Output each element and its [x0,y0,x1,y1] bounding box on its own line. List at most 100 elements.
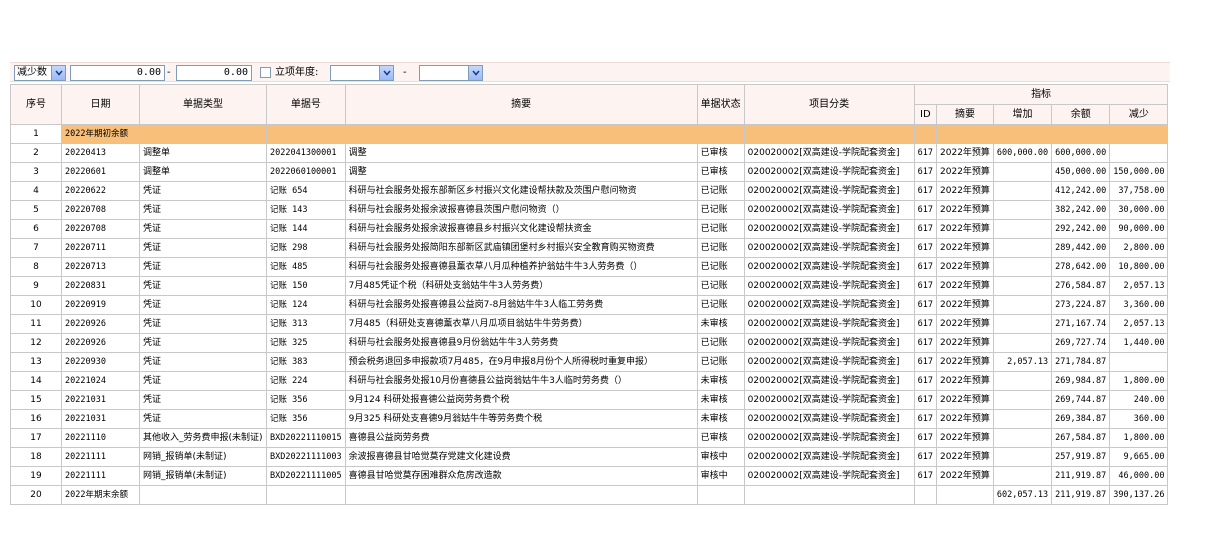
table-row[interactable]: 9 20220831 凭证 记账 150 7月485凭证个税（科研处支翁姑牛牛3人劳务费… [10,276,1169,296]
cell-summary: 科研与社会服务处报东部新区乡村振兴文化建设帮扶款及茨围户慰问物资 [344,181,698,201]
header-ind-balance[interactable]: 余额 [1051,104,1111,125]
cell-doc-no: BXD20221111005 [266,466,346,486]
cell-ind-summary [936,485,994,505]
table-row[interactable]: 15 20221031 凭证 记账 356 9月124 科研处报喜德公益岗劳务费个税 未审… [10,390,1169,410]
cell-date: 20221024 [61,371,140,391]
cell-ind-balance: 412,242.00 [1051,181,1111,201]
field-select[interactable]: 减少数 [14,65,66,81]
cell-doc-no: 记账 654 [266,181,346,201]
cell-ind-increase: 600,000.00 [992,143,1053,163]
cell-ind-decrease: 37,758.00 [1109,181,1169,201]
cell-ind-id: 617 [913,143,938,163]
cell-ind-increase [992,371,1053,391]
table-row[interactable]: 12 20220926 凭证 记账 325 科研与社会服务处报喜德县9月份翁姑牛牛3人劳… [10,333,1169,353]
table-row[interactable]: 7 20220711 凭证 记账 298 科研与社会服务处报简阳东部新区武庙镇团堡村乡村… [10,238,1169,258]
cell-seq: 10 [10,295,62,315]
table-row[interactable]: 1 2022年期初余额 [10,124,1169,144]
cell-seq: 1 [10,124,62,144]
max-value-input[interactable]: 0.00 [176,65,252,81]
table-row[interactable]: 10 20220919 凭证 记账 124 科研与社会服务处报喜德县公益岗7-8月翁姑牛… [10,295,1169,315]
cell-doc-type: 凭证 [139,219,267,239]
header-ind-summary[interactable]: 摘要 [936,104,994,125]
cell-ind-summary: 2022年预算 [936,238,994,258]
cell-summary: 科研与社会服务处报喜德县9月份翁姑牛牛3人劳务费 [344,333,698,353]
year-from-select[interactable] [330,65,394,81]
header-ind-id[interactable]: ID [913,104,938,125]
cell-doc-no [266,124,346,144]
table-row[interactable]: 4 20220622 凭证 记账 654 科研与社会服务处报东部新区乡村振兴文化建设帮扶… [10,181,1169,201]
cell-seq: 18 [10,447,62,467]
cell-seq: 9 [10,276,62,296]
cell-seq: 3 [10,162,62,182]
table-row[interactable]: 3 20220601 调整单 2022060100001 调整 已审核 020020002[… [10,162,1169,182]
cell-ind-increase [992,295,1053,315]
cell-ind-summary: 2022年预算 [936,143,994,163]
cell-ind-summary: 2022年预算 [936,428,994,448]
cell-ind-increase [992,200,1053,220]
cell-project [743,485,915,505]
min-value-input[interactable]: 0.00 [70,65,165,81]
chevron-down-icon[interactable] [379,66,393,80]
header-ind-increase[interactable]: 增加 [992,104,1053,125]
cell-project: 020020002[双高建设-学院配套资金] [743,371,915,391]
project-year-checkbox[interactable] [260,67,271,78]
cell-status [696,485,745,505]
year-to-select[interactable] [419,65,483,81]
cell-doc-type [139,485,267,505]
cell-project: 020020002[双高建设-学院配套资金] [743,181,915,201]
cell-doc-no: 记账 325 [266,333,346,353]
cell-date: 20220831 [61,276,140,296]
table-row[interactable]: 2 20220413 调整单 2022041300001 调整 已审核 020020002[… [10,143,1169,163]
table-row[interactable]: 17 20221110 其他收入_劳务费申报(未制证) BXD20221110015 喜… [10,428,1169,448]
table-row[interactable]: 6 20220708 凭证 记账 144 科研与社会服务处报余波报喜德县乡村振兴文化建设… [10,219,1169,239]
chevron-down-icon[interactable] [468,66,482,80]
cell-status: 已记账 [696,333,745,353]
header-doc-no[interactable]: 单据号 [266,84,346,125]
table-row[interactable]: 19 20221111 网销_报销单(未制证) BXD20221111005 喜德县甘哈… [10,466,1169,486]
cell-doc-type: 凭证 [139,333,267,353]
table-row[interactable]: 8 20220713 凭证 记账 485 科研与社会服务处报喜德县薰衣草八月瓜种植养护翁… [10,257,1169,277]
cell-doc-no: 记账 356 [266,409,346,429]
cell-doc-type: 网销_报销单(未制证) [139,466,267,486]
cell-ind-summary: 2022年预算 [936,295,994,315]
cell-doc-type: 凭证 [139,238,267,258]
cell-date: 20221031 [61,409,140,429]
table-row[interactable]: 20 2022年期末余额 602,057.13 211,919.87 390,137.2… [10,485,1169,505]
table-row[interactable]: 5 20220708 凭证 记账 143 科研与社会服务处报余波报喜德县茨围户慰问物资（… [10,200,1169,220]
header-summary[interactable]: 摘要 [344,84,698,125]
cell-ind-balance: 267,584.87 [1051,428,1111,448]
header-doc-type[interactable]: 单据类型 [139,84,267,125]
cell-ind-increase [992,333,1053,353]
cell-ind-summary: 2022年预算 [936,390,994,410]
table-row[interactable]: 14 20221024 凭证 记账 224 科研与社会服务处报10月份喜德县公益岗翁姑牛… [10,371,1169,391]
cell-status: 已记账 [696,238,745,258]
cell-project: 020020002[双高建设-学院配套资金] [743,200,915,220]
header-seq[interactable]: 序号 [10,84,62,125]
header-ind-decrease[interactable]: 减少 [1109,104,1169,125]
table-row[interactable]: 13 20220930 凭证 记账 383 预会税务退回多申报款项7月485，在9月申报… [10,352,1169,372]
cell-summary: 7月485凭证个税（科研处支翁姑牛牛3人劳务费） [344,276,698,296]
cell-summary: 科研与社会服务处报喜德县薰衣草八月瓜种植养护翁姑牛牛3人劳务费（） [344,257,698,277]
cell-ind-increase [992,276,1053,296]
cell-ind-decrease [1109,352,1169,372]
cell-date: 20220919 [61,295,140,315]
cell-project: 020020002[双高建设-学院配套资金] [743,257,915,277]
header-date[interactable]: 日期 [61,84,140,125]
header-project[interactable]: 项目分类 [743,84,915,125]
cell-ind-balance: 269,727.74 [1051,333,1111,353]
chevron-down-icon[interactable] [51,66,65,80]
cell-ind-decrease: 360.00 [1109,409,1169,429]
table-row[interactable]: 18 20221111 网销_报销单(未制证) BXD20221111003 余波报喜德… [10,447,1169,467]
cell-status: 已记账 [696,295,745,315]
cell-status: 已记账 [696,352,745,372]
cell-date: 2022年期初余额 [61,124,140,144]
table-row[interactable]: 11 20220926 凭证 记账 313 7月485（科研处支喜德薰衣草八月瓜项目翁姑… [10,314,1169,334]
cell-status: 已记账 [696,219,745,239]
cell-summary: 科研与社会服务处报余波报喜德县乡村振兴文化建设帮扶资金 [344,219,698,239]
cell-summary [344,485,698,505]
cell-ind-increase: 602,057.13 [992,485,1053,505]
cell-ind-increase [992,428,1053,448]
cell-ind-balance: 292,242.00 [1051,219,1111,239]
table-row[interactable]: 16 20221031 凭证 记账 356 9月325 科研处支喜德9月翁姑牛牛等劳务费… [10,409,1169,429]
header-status[interactable]: 单据状态 [696,84,745,125]
